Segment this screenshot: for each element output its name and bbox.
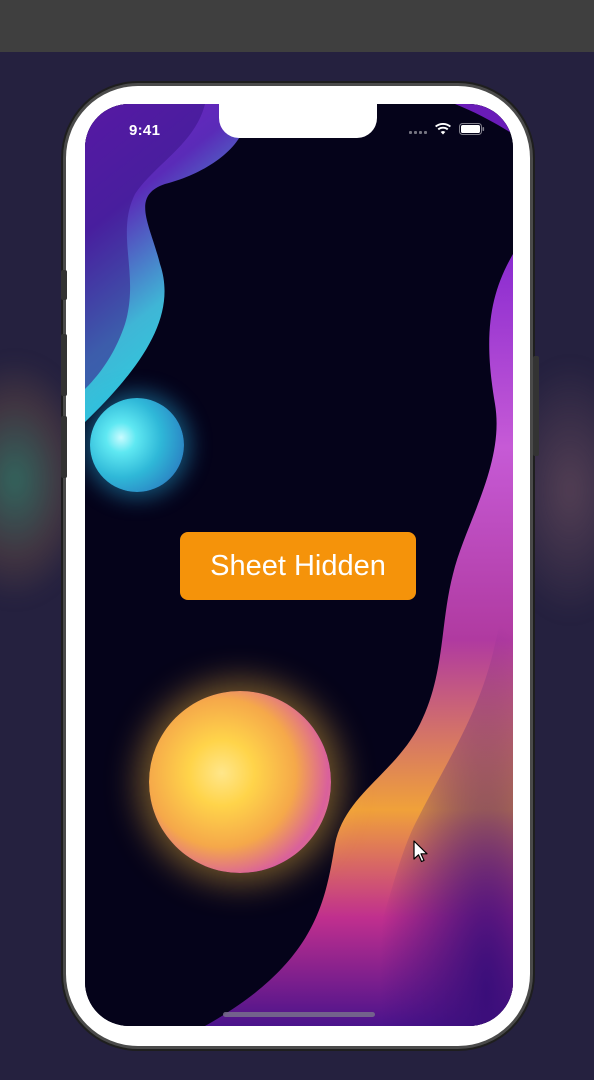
status-time: 9:41 <box>129 122 161 139</box>
home-indicator[interactable] <box>223 1012 375 1017</box>
volume-down-button <box>61 416 67 478</box>
battery-icon <box>459 123 485 135</box>
sheet-toggle-button[interactable]: Sheet Hidden <box>180 532 416 600</box>
gold-orb <box>149 691 331 873</box>
cyan-orb <box>90 398 184 492</box>
phone-screen: 9:41 Sheet Hidden <box>85 104 513 1026</box>
status-icons <box>409 123 485 135</box>
wifi-icon <box>435 123 451 135</box>
volume-up-button <box>61 334 67 396</box>
power-button <box>533 356 539 456</box>
simulator-stage: 9:41 Sheet Hidden <box>0 0 594 1080</box>
simulator-top-bar <box>0 0 594 52</box>
mouse-cursor-icon <box>413 840 429 869</box>
silent-switch <box>61 270 67 300</box>
device-notch <box>219 104 377 138</box>
cellular-signal-icon <box>409 124 427 134</box>
